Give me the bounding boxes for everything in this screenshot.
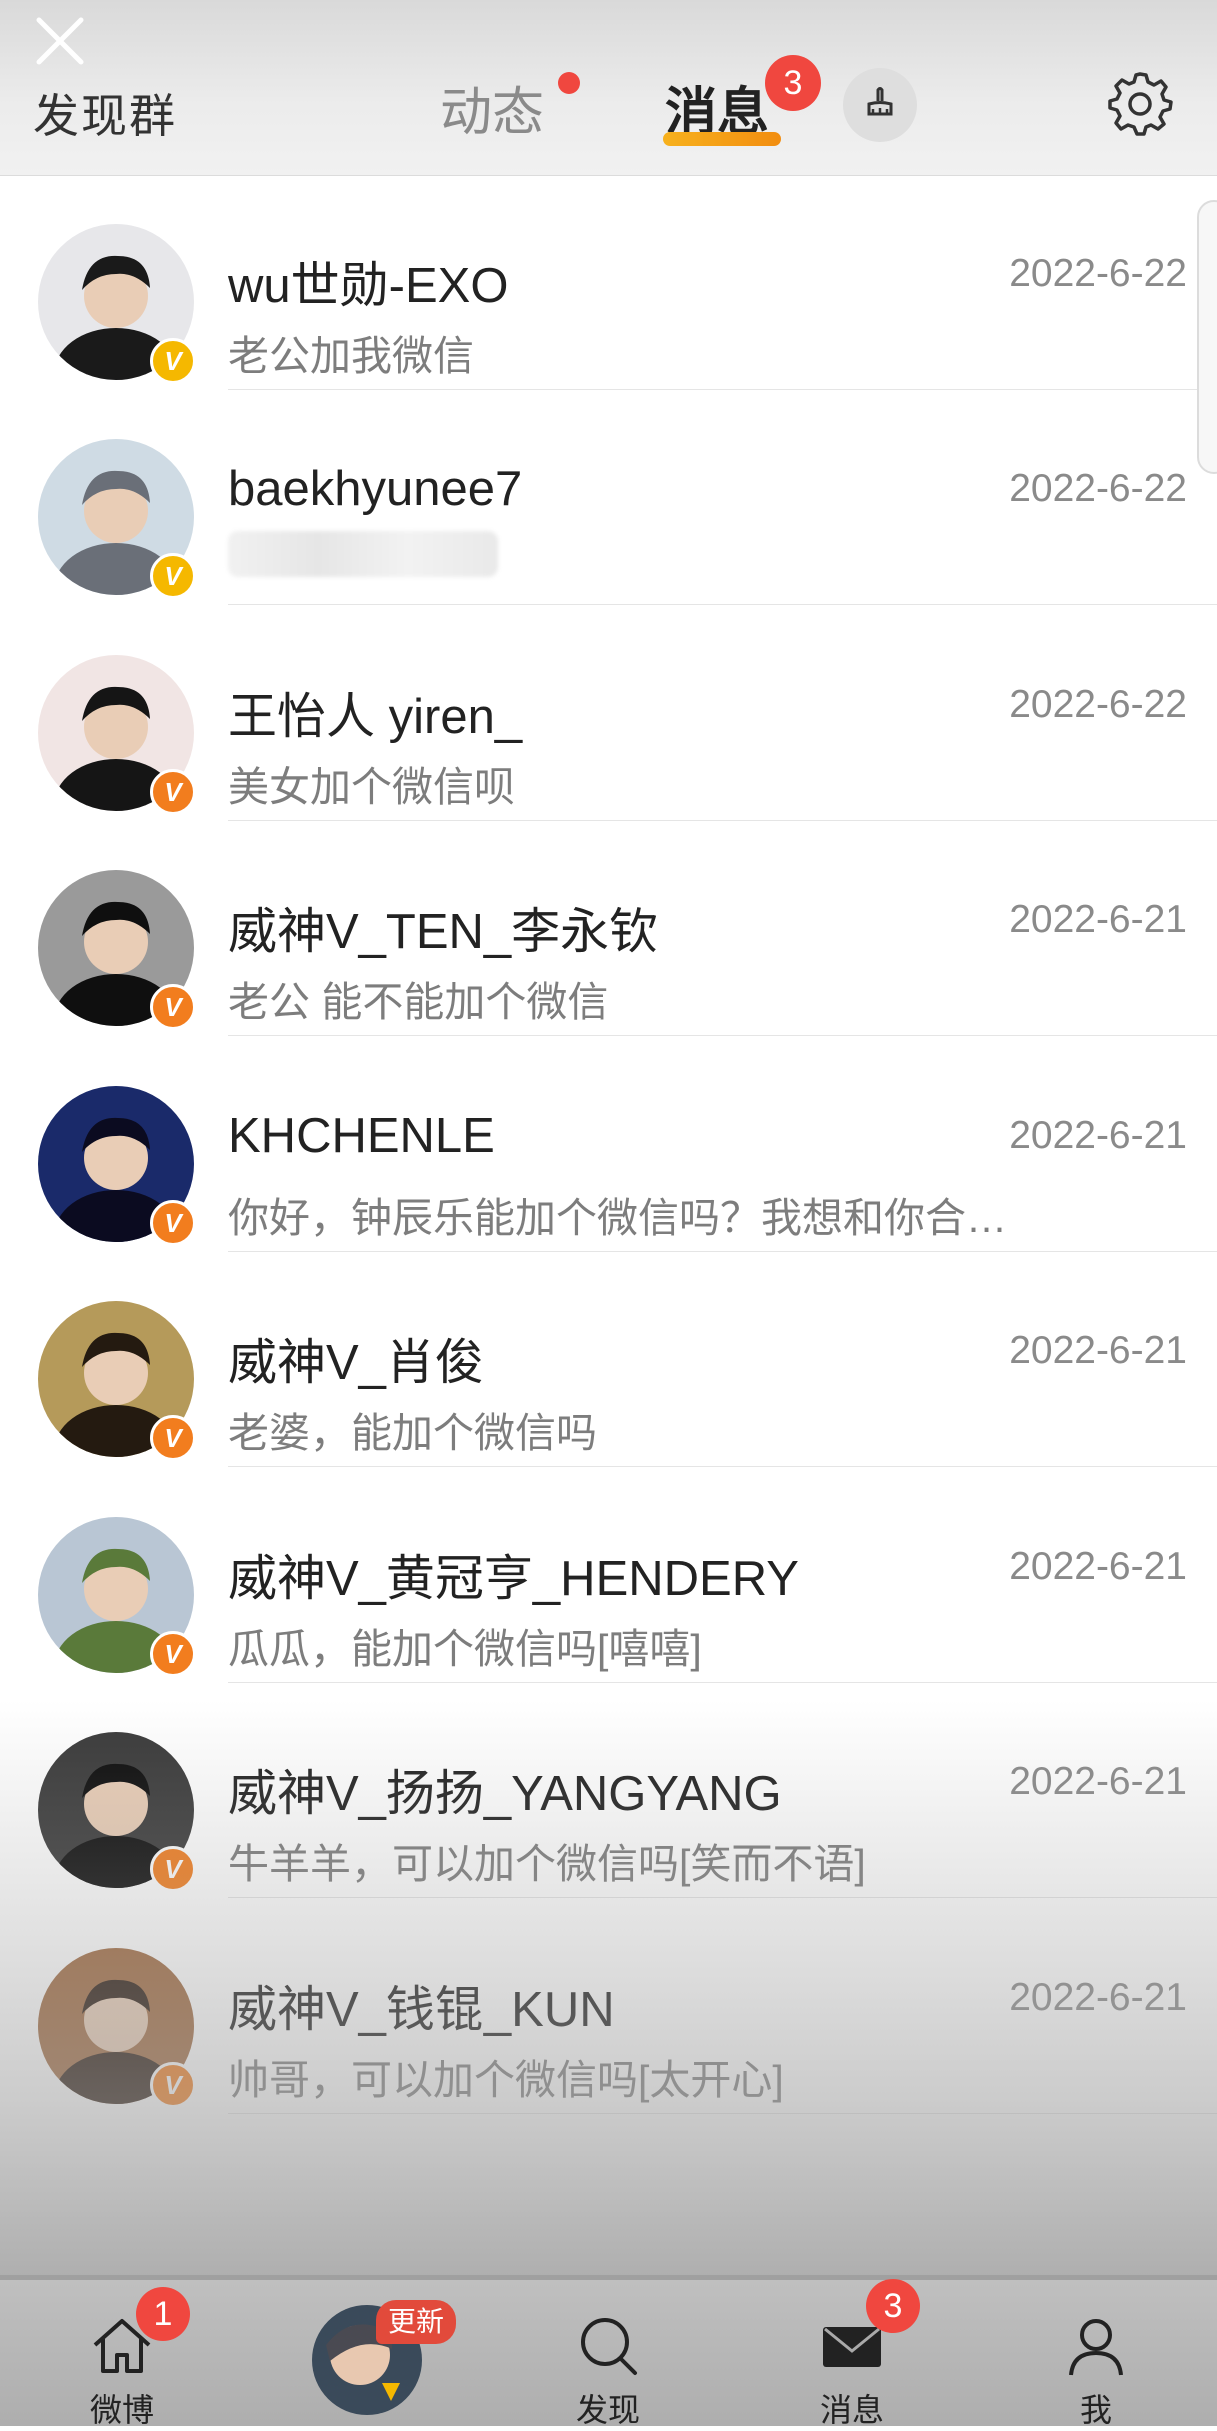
message-row[interactable]: Vwu世勋-EXO 2022-6-22 老公加我微信 [0,176,1217,391]
sender-name: wu世勋-EXO [228,258,509,313]
tab-dongtai[interactable]: 动态 [440,70,544,145]
message-row[interactable]: V 威神V_黄冠亨_HENDERY 2022-6-21 瓜瓜，能加个微信吗[嘻嘻] [0,1469,1217,1684]
message-preview: 老公加我微信 [228,332,474,379]
message-date: 2022-6-22 [1009,682,1187,726]
message-date: 2022-6-21 [1009,1113,1187,1157]
sender-name: baekhyunee7 [228,462,523,516]
sender-name: 威神V_扬扬_YANGYANG [228,1767,782,1821]
row-divider [228,819,1217,821]
nav-weibo-badge: 1 [136,2287,190,2341]
verified-badge-icon: V [150,1415,196,1461]
active-tab-underline [663,132,781,146]
close-icon[interactable] [33,14,87,68]
verified-badge-icon: V [150,768,196,815]
profile-icon [1069,2319,1123,2376]
row-divider [228,2112,1217,2114]
nav-discover-label: 发现 [575,2392,640,2428]
clear-unread-button[interactable] [843,68,917,142]
verified-badge-icon: V [150,337,196,384]
row-divider [228,1466,1217,1467]
message-row[interactable]: V 王怡人 yiren_ 2022-6-22 美女加个微信呗 [0,607,1217,822]
sender-name: 威神V_肖俊 [228,1336,484,1390]
nav-me-label: 我 [1079,2392,1112,2428]
row-divider [228,1035,1217,1036]
message-date: 2022-6-21 [1009,1975,1187,2019]
row-divider [228,388,1217,390]
nav-me[interactable]: 我 [1016,2275,1176,2428]
verified-badge-icon: V [150,1846,196,1892]
messages-count-badge: 3 [765,55,821,111]
search-icon [581,2318,637,2375]
brush-icon [867,87,893,116]
message-preview: 老婆，能加个微信吗 [228,1410,597,1456]
message-preview: 帅哥，可以加个微信吗[太开心] [228,2056,784,2103]
message-row[interactable]: Vbaekhyunee7 2022-6-22 [0,391,1217,606]
message-date: 2022-6-21 [1009,898,1187,941]
message-preview: 老公 能不能加个微信 [228,979,609,1025]
message-preview: 瓜瓜，能加个微信吗[嘻嘻] [228,1625,702,1672]
message-date: 2022-6-22 [1009,467,1187,510]
verified-badge-icon: V [150,2061,196,2108]
new-dot [558,72,580,94]
nav-discover[interactable]: 发现 [528,2275,688,2428]
message-preview: 你好，钟辰乐能加个微信吗？我想和你合… [228,1194,1007,1241]
sender-name: 王怡人 yiren_ [228,689,523,744]
verified-badge-icon: V [150,984,196,1030]
discover-group-button[interactable]: 发现群 [33,80,177,146]
nav-messages-label: 消息 [819,2392,884,2428]
message-date: 2022-6-21 [1009,1760,1187,1803]
message-date: 2022-6-21 [1009,1544,1187,1588]
verified-badge-icon: V [150,553,196,599]
sender-name: KHCHENLE [228,1108,495,1163]
message-preview: 美女加个微信呗 [228,763,515,810]
scroll-indicator[interactable] [1197,200,1217,474]
message-row[interactable]: V 威神V_TEN_李永钦 2022-6-21 老公 能不能加个微信 [0,822,1217,1037]
bottom-nav: 微博 1 发现 消息 3 我 [0,2275,1217,2428]
row-divider [228,1897,1217,1898]
blurred-preview [228,531,498,577]
verified-badge-icon: V [150,1199,196,1246]
message-row[interactable]: V KHCHENLE 2022-6-21 你好，钟辰乐能加个微信吗？我想和你合… [0,1038,1217,1253]
row-divider [228,604,1217,605]
update-tag: 更新 [376,2300,456,2344]
sender-name: 威神V_TEN_李永钦 [228,905,659,959]
nav-weibo-label: 微博 [89,2392,154,2428]
row-divider [228,1250,1217,1252]
message-row[interactable]: V 威神V_肖俊 2022-6-21 老婆，能加个微信吗 [0,1253,1217,1468]
sender-name: 威神V_黄冠亨_HENDERY [228,1551,799,1606]
message-date: 2022-6-22 [1009,251,1187,295]
message-row[interactable]: V 威神V_扬扬_YANGYANG 2022-6-21 牛羊羊，可以加个微信吗[笑而不… [0,1684,1217,1899]
sender-name: 威神V_钱锟_KUN [228,1982,615,2037]
nav-messages-badge: 3 [866,2279,920,2333]
row-divider [228,1681,1217,1683]
top-bar: 发现群 动态 消息 3 [0,0,1217,176]
message-date: 2022-6-21 [1009,1329,1187,1372]
message-preview: 牛羊羊，可以加个微信吗[笑而不语] [228,1841,866,1887]
message-row[interactable]: V 威神V_钱锟_KUN 2022-6-21 帅哥，可以加个微信吗[太开心] [0,1900,1217,2115]
gear-icon[interactable] [1104,66,1176,138]
verified-badge-icon: V [150,1630,196,1677]
